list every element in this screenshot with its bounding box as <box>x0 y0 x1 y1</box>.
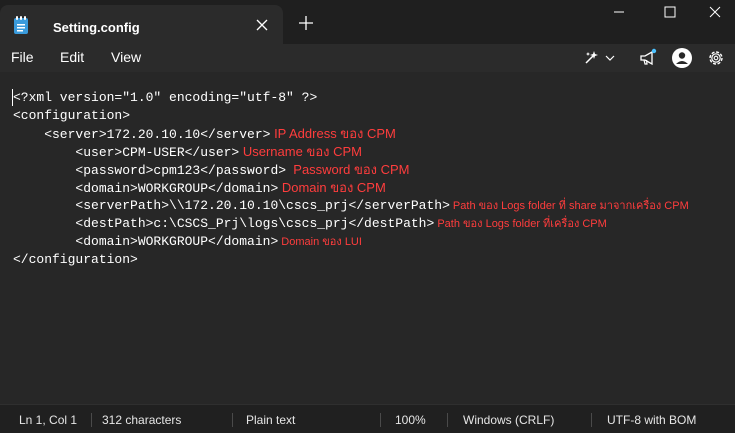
code-text: <user>CPM-USER</user> <box>13 145 240 160</box>
code-text: <configuration> <box>13 108 131 123</box>
editor-line-2: <configuration> <box>13 107 130 125</box>
status-characters: 312 characters <box>102 413 182 427</box>
annotation-text: Path ของ Logs folder ที่ share มาจากเครื… <box>449 200 689 212</box>
status-encoding[interactable]: UTF-8 with BOM <box>607 413 696 427</box>
status-divider <box>447 413 448 427</box>
status-divider <box>380 413 381 427</box>
window-close-icon[interactable] <box>692 0 735 28</box>
menu-edit[interactable]: Edit <box>60 49 84 65</box>
menu-view[interactable]: View <box>111 49 141 65</box>
close-icon[interactable] <box>252 15 272 35</box>
code-text: <domain>WORKGROUP</domain> <box>13 181 279 196</box>
annotation-text: Path ของ Logs folder ที่เครื่อง CPM <box>434 218 607 230</box>
status-position[interactable]: Ln 1, Col 1 <box>19 413 77 427</box>
code-text: <server>172.20.10.10</server> <box>13 127 271 142</box>
editor-line-3: <server>172.20.10.10</server> IP Address… <box>13 125 396 143</box>
annotation-text: Password ของ CPM <box>286 162 410 177</box>
code-text: <?xml version="1.0" encoding="utf-8" ?> <box>13 90 318 105</box>
annotation-text: IP Address ของ CPM <box>270 126 396 141</box>
code-text: </configuration> <box>13 252 138 267</box>
gear-icon[interactable] <box>705 47 727 69</box>
tab-setting-config[interactable]: Setting.config <box>0 5 283 44</box>
editor-line-1: <?xml version="1.0" encoding="utf-8" ?> <box>13 89 317 107</box>
megaphone-icon[interactable] <box>637 47 659 69</box>
code-text: <domain>WORKGROUP</domain> <box>13 234 279 249</box>
code-text: <destPath>c:\CSCS_Prj\logs\cscs_prj</des… <box>13 216 435 231</box>
status-divider <box>591 413 592 427</box>
text-editor[interactable]: <?xml version="1.0" encoding="utf-8" ?> … <box>0 72 735 404</box>
tab-title: Setting.config <box>53 20 140 35</box>
editor-line-6: <domain>WORKGROUP</domain> Domain ของ CP… <box>13 179 386 197</box>
maximize-icon[interactable] <box>647 0 693 28</box>
copilot-icon[interactable] <box>581 47 603 69</box>
chevron-down-icon[interactable] <box>602 47 618 69</box>
editor-line-5: <password>cpm123</password> Password ของ… <box>13 161 410 179</box>
status-divider <box>91 413 92 427</box>
editor-line-9: <domain>WORKGROUP</domain> Domain ของ LU… <box>13 233 362 251</box>
menu-bar: File Edit View <box>0 44 735 72</box>
notepad-icon <box>14 16 28 34</box>
account-icon[interactable] <box>671 47 693 69</box>
annotation-text: Username ของ CPM <box>239 144 362 159</box>
annotation-text: Domain ของ CPM <box>278 180 386 195</box>
editor-line-7: <serverPath>\\172.20.10.10\cscs_prj</ser… <box>13 197 689 215</box>
status-zoom[interactable]: 100% <box>395 413 426 427</box>
status-bar: Ln 1, Col 1 312 characters Plain text 10… <box>0 404 735 433</box>
title-bar: Setting.config <box>0 0 735 44</box>
code-text: <password>cpm123</password> <box>13 163 287 178</box>
status-format[interactable]: Plain text <box>246 413 295 427</box>
menu-file[interactable]: File <box>11 49 34 65</box>
status-divider <box>232 413 233 427</box>
editor-line-8: <destPath>c:\CSCS_Prj\logs\cscs_prj</des… <box>13 215 607 233</box>
code-text: <serverPath>\\172.20.10.10\cscs_prj</ser… <box>13 198 450 213</box>
editor-line-10: </configuration> <box>13 251 138 269</box>
editor-line-4: <user>CPM-USER</user> Username ของ CPM <box>13 143 362 161</box>
minimize-icon[interactable] <box>596 0 642 28</box>
plus-icon[interactable] <box>296 13 316 33</box>
status-line-ending[interactable]: Windows (CRLF) <box>463 413 554 427</box>
annotation-text: Domain ของ LUI <box>278 236 362 248</box>
